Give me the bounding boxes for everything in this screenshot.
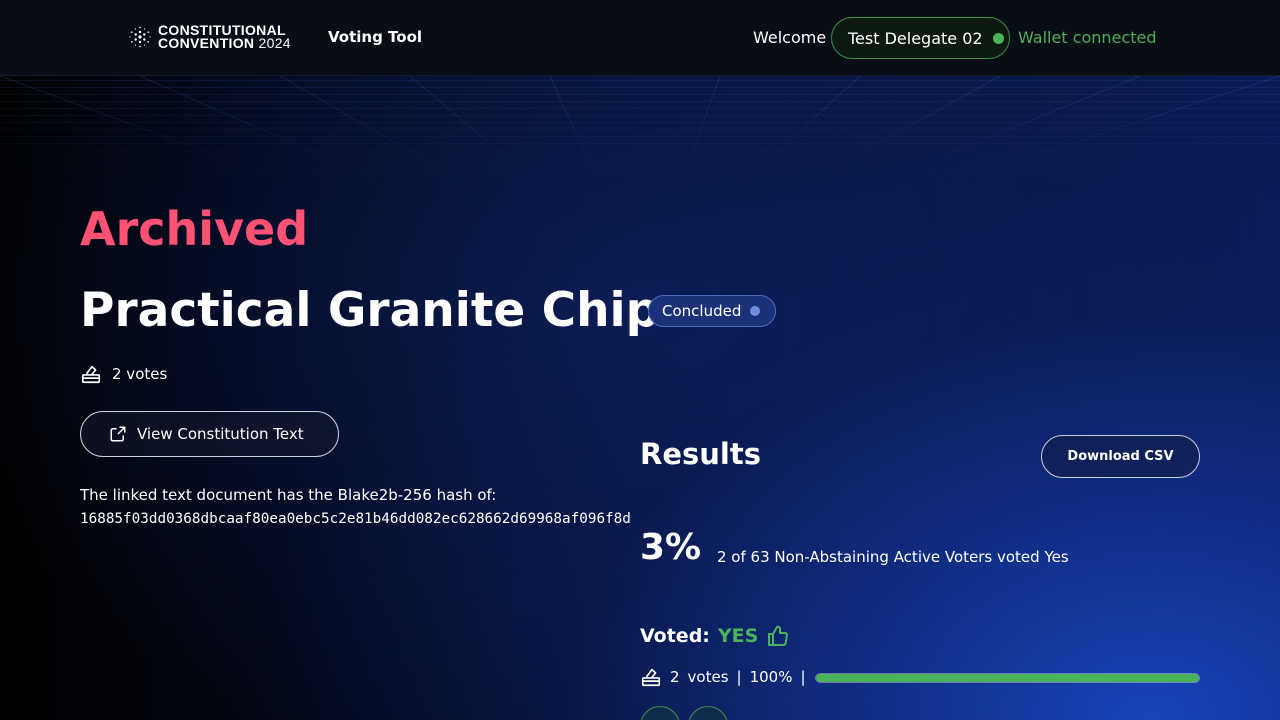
separator: | [736, 668, 742, 686]
vote-count-text: 2 votes [112, 365, 168, 383]
proposal-state: Archived [80, 202, 309, 256]
welcome-text: Welcome [753, 28, 827, 47]
hash-label: The linked text document has the Blake2b… [80, 486, 497, 504]
view-constitution-button[interactable]: View Constitution Text [80, 411, 339, 457]
external-link-icon [110, 426, 126, 442]
voted-label: Voted: [640, 625, 710, 647]
separator: | [800, 668, 806, 686]
view-constitution-label: View Constitution Text [137, 425, 304, 443]
status-dot-icon [750, 306, 761, 316]
cardano-logo-icon [129, 26, 151, 48]
ballot-box-icon [81, 365, 101, 384]
page-title: Practical Granite Chips [80, 283, 688, 338]
vote-stats: 2 votes | 100% | [640, 666, 806, 688]
voted-value: YES [717, 625, 759, 647]
thumbs-up-icon [768, 625, 789, 646]
wallet-status: Wallet connected [1018, 28, 1157, 47]
status-badge: Concluded [648, 295, 776, 327]
results-description: 2 of 63 Non-Abstaining Active Voters vot… [717, 548, 1069, 566]
user-name: Test Delegate 02 [848, 28, 983, 48]
logo-wordmark: CONSTITUTIONAL CONVENTION 2024 [158, 23, 291, 51]
nav-voting-tool[interactable]: Voting Tool [328, 28, 422, 46]
vote-stats-word: votes [687, 668, 729, 686]
user-account-button[interactable]: Test Delegate 02 [831, 17, 1010, 59]
grid-decoration [0, 76, 1280, 186]
results-heading: Results [640, 437, 761, 471]
vote-stats-percent: 100% [749, 668, 793, 686]
vote-count-summary: 2 votes [80, 363, 167, 385]
status-badge-label: Concluded [662, 302, 742, 320]
voted-result: Voted: YES [640, 624, 790, 648]
top-navbar: CONSTITUTIONAL CONVENTION 2024 Voting To… [0, 0, 1280, 76]
logo-year: 2024 [258, 35, 291, 51]
logo-line-2: CONVENTION [158, 35, 255, 51]
yes-percentage: 3% [640, 527, 702, 568]
vote-progress-bar [815, 673, 1200, 683]
ballot-box-icon [641, 668, 661, 687]
vote-stats-count: 2 [670, 668, 680, 686]
status-dot-icon [992, 32, 1004, 44]
download-csv-button[interactable]: Download CSV [1041, 435, 1200, 478]
convention-logo[interactable]: CONSTITUTIONAL CONVENTION 2024 [128, 23, 291, 51]
hash-value: 16885f03dd0368dbcaaf80ea0ebc5c2e81b46dd0… [80, 511, 631, 527]
vote-progress-fill [816, 674, 1199, 682]
